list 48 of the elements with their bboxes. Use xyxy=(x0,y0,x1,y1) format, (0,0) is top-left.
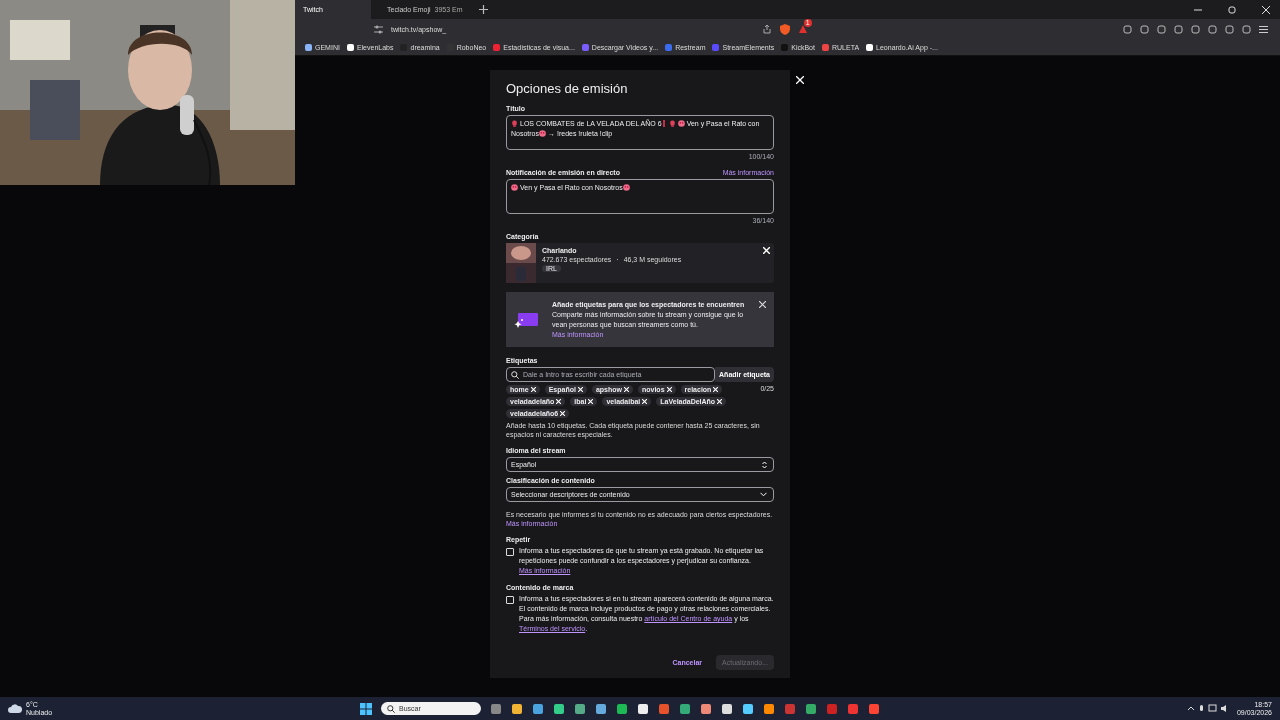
chevron-down-icon xyxy=(760,492,767,497)
smiley-icon xyxy=(677,120,685,127)
boxing-glove-icon xyxy=(668,120,676,127)
close-icon[interactable] xyxy=(759,301,766,308)
app-icon[interactable] xyxy=(553,702,565,715)
checkbox[interactable] xyxy=(506,596,514,604)
remove-icon[interactable] xyxy=(577,387,583,392)
remove-icon[interactable] xyxy=(642,399,648,404)
maximize-icon[interactable] xyxy=(1228,5,1236,14)
close-icon[interactable] xyxy=(1262,5,1270,14)
new-tab-icon[interactable] xyxy=(478,5,488,14)
updown-icon xyxy=(762,460,767,469)
remove-icon[interactable] xyxy=(623,387,629,392)
shield-icon[interactable] xyxy=(779,23,790,35)
dialog-title: Opciones de emisión xyxy=(506,81,629,96)
remove-icon[interactable] xyxy=(713,387,719,392)
divider-bar-icon xyxy=(662,120,665,127)
app-icon[interactable] xyxy=(616,702,628,715)
search-icon xyxy=(511,370,519,379)
smiley-icon xyxy=(622,184,630,191)
app-icon[interactable] xyxy=(574,702,586,715)
remove-icon[interactable] xyxy=(556,399,562,404)
remove-icon[interactable] xyxy=(530,387,536,392)
app-icon[interactable] xyxy=(763,702,775,715)
checkbox[interactable] xyxy=(506,548,514,556)
smiley-icon xyxy=(539,130,546,137)
smiley-icon xyxy=(511,184,518,191)
cloud-icon xyxy=(8,704,22,713)
start-icon[interactable] xyxy=(360,702,372,715)
app-icon[interactable] xyxy=(595,702,607,715)
menu-icon[interactable] xyxy=(1259,24,1268,34)
app-icon[interactable] xyxy=(742,702,754,715)
system-tray-icon[interactable] xyxy=(1187,704,1228,713)
search-icon xyxy=(387,704,395,713)
app-icon[interactable] xyxy=(700,702,712,715)
app-icon[interactable] xyxy=(532,702,544,715)
share-icon[interactable] xyxy=(761,24,772,34)
boxing-glove-icon xyxy=(511,120,518,127)
app-icon[interactable] xyxy=(637,702,649,715)
remove-icon[interactable] xyxy=(717,399,723,404)
remove-icon[interactable] xyxy=(560,411,566,416)
alert-icon[interactable] xyxy=(797,24,808,34)
app-icon[interactable] xyxy=(721,702,733,715)
app-icon[interactable] xyxy=(511,702,523,715)
settings-sliders-icon[interactable] xyxy=(374,24,383,34)
remove-icon[interactable] xyxy=(666,387,672,392)
remove-icon[interactable] xyxy=(588,399,594,404)
tag-sparkle-icon xyxy=(514,311,538,328)
